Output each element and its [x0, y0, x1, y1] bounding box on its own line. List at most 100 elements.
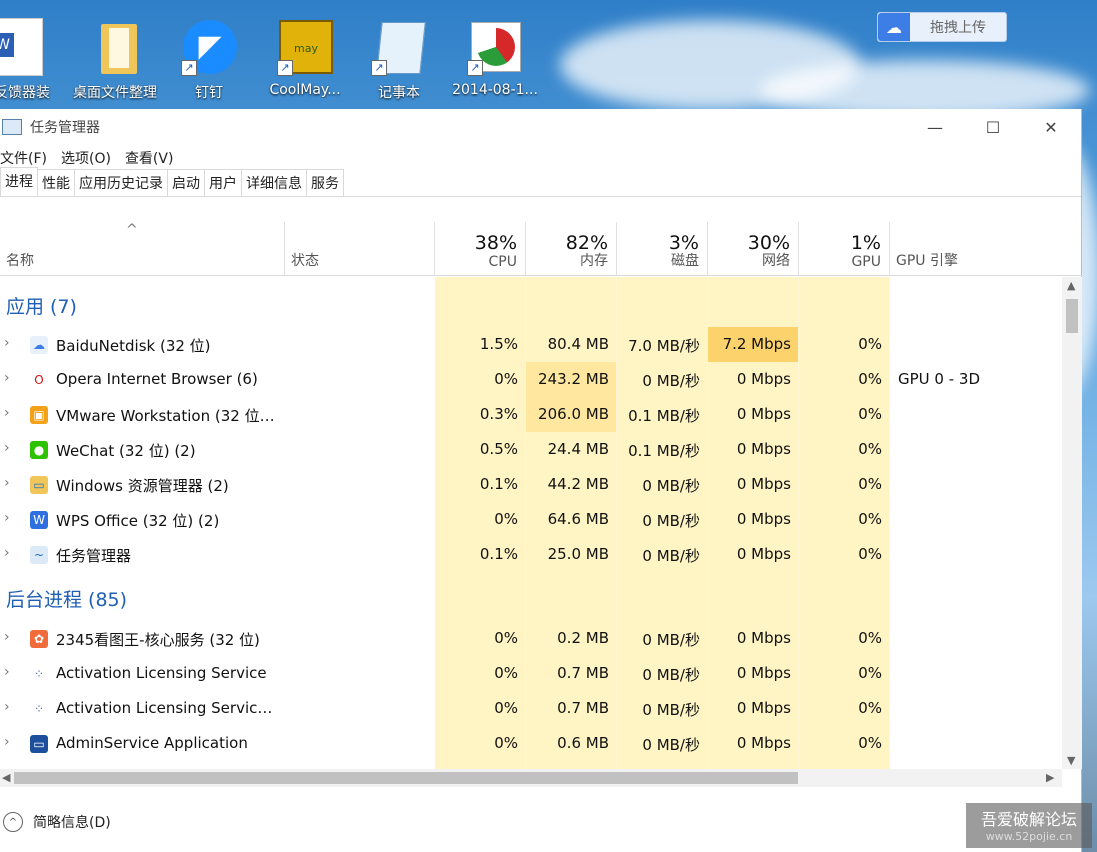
drag-upload-button[interactable]: ☁ 拖拽上传	[877, 12, 1007, 42]
column-header-network[interactable]: 30% 网络	[708, 222, 799, 276]
process-cpu: 0%	[494, 734, 518, 752]
column-header-gpu-engine[interactable]: GPU 引擎	[890, 222, 1062, 276]
process-disk: 7.0 MB/秒	[628, 337, 700, 355]
table-row[interactable]: › ⁘ Activation Licensing Service 0% 0.7 MB 0 …	[0, 656, 1062, 691]
process-name: Windows 资源管理器 (2)	[56, 477, 229, 495]
opera-icon: O	[30, 371, 48, 389]
process-net: 0 Mbps	[736, 545, 791, 563]
tab-services[interactable]: 服务	[306, 169, 344, 196]
tab-startup[interactable]: 启动	[167, 169, 205, 196]
expand-chevron-icon[interactable]: ›	[4, 664, 10, 680]
table-row[interactable]: › ✿ 2345看图王-核心服务 (32 位) 0% 0.2 MB 0 MB/秒 0 Mbp…	[0, 621, 1062, 656]
cloud-icon: ☁	[878, 13, 910, 41]
table-row[interactable]: › ● WeChat (32 位) (2) 0.5% 24.4 MB 0.1 MB/秒 0 …	[0, 432, 1062, 467]
table-row[interactable]: › ▭ AdminService Application 0% 0.6 MB 0 MB/秒…	[0, 726, 1062, 761]
column-header-disk[interactable]: 3% 磁盘	[617, 222, 708, 276]
process-gpu: 0%	[858, 699, 882, 717]
expand-chevron-icon[interactable]: ›	[4, 545, 10, 561]
tab-details[interactable]: 详细信息	[241, 169, 307, 196]
section-background: 后台进程 (85)	[6, 589, 128, 611]
maximize-button[interactable]: ☐	[964, 109, 1022, 145]
watermark-url: www.52pojie.cn	[985, 830, 1073, 843]
minimize-button[interactable]: —	[906, 109, 964, 145]
expand-chevron-icon[interactable]: ›	[4, 699, 10, 715]
desktop-icon-label: 边反馈器装	[0, 85, 50, 101]
network-label: 网络	[762, 253, 790, 269]
menu-view[interactable]: 查看(V)	[125, 148, 174, 168]
cpu-label: CPU	[488, 254, 517, 270]
expand-chevron-icon[interactable]: ›	[4, 734, 10, 750]
process-table: ^ 名称 状态 38% CPU 82% 内存 3% 磁盘 30% 网络 1% G…	[0, 222, 1082, 787]
menu-options[interactable]: 选项(O)	[61, 148, 111, 168]
task-manager-icon	[2, 119, 22, 135]
process-mem: 0.7 MB	[557, 699, 609, 717]
process-net: 0 Mbps	[736, 629, 791, 647]
expand-chevron-icon[interactable]: ›	[4, 510, 10, 526]
expand-chevron-icon[interactable]: ›	[4, 475, 10, 491]
desktop-icon-folder[interactable]: 桌面文件整理	[70, 18, 160, 102]
process-gpu: 0%	[858, 545, 882, 563]
process-gpu: 0%	[858, 440, 882, 458]
process-gpu: 0%	[858, 629, 882, 647]
shortcut-arrow-icon: ↗	[371, 60, 387, 76]
process-disk: 0.1 MB/秒	[628, 407, 700, 425]
table-body: 应用 (7) 后台进程 (85) › ☁ BaiduNetdisk (32 位) 1.…	[0, 277, 1062, 769]
scroll-left-icon[interactable]: ◀	[2, 771, 10, 784]
table-row[interactable]: › ▣ VMware Workstation (32 位) ... 0.3% 206.0…	[0, 397, 1062, 432]
process-net: 0 Mbps	[736, 510, 791, 528]
table-row[interactable]: › ⁘ Activation Licensing Service ... 0% 0.7 …	[0, 691, 1062, 726]
table-header: ^ 名称 状态 38% CPU 82% 内存 3% 磁盘 30% 网络 1% G…	[0, 222, 1082, 276]
process-net: 0 Mbps	[736, 734, 791, 752]
vertical-scroll-thumb[interactable]	[1066, 299, 1078, 333]
column-header-gpu[interactable]: 1% GPU	[799, 222, 890, 276]
collapse-details-icon[interactable]: ^	[3, 812, 23, 832]
process-net: 0 Mbps	[736, 664, 791, 682]
process-name: 2345看图王-核心服务 (32 位)	[56, 631, 260, 649]
column-header-memory[interactable]: 82% 内存	[526, 222, 617, 276]
close-button[interactable]: ✕	[1022, 109, 1080, 145]
expand-chevron-icon[interactable]: ›	[4, 335, 10, 351]
process-cpu: 0.3%	[479, 405, 518, 423]
tab-app-history[interactable]: 应用历史记录	[74, 169, 168, 196]
desktop-icon-doc[interactable]: W 边反馈器装	[0, 18, 60, 102]
table-row[interactable]: › O Opera Internet Browser (6) 0% 243.2 MB 0 …	[0, 362, 1062, 397]
scroll-down-icon[interactable]: ▼	[1067, 754, 1075, 767]
expand-chevron-icon[interactable]: ›	[4, 440, 10, 456]
process-gpu: 0%	[858, 475, 882, 493]
desktop-icon-notepad[interactable]: ↗ 记事本	[354, 18, 444, 102]
vertical-scrollbar[interactable]: ▲ ▼	[1062, 277, 1082, 769]
column-header-status[interactable]: 状态	[285, 222, 435, 276]
table-row[interactable]: › ~ 任务管理器 0.1% 25.0 MB 0 MB/秒 0 Mbps 0%	[0, 537, 1062, 572]
desktop-icon-label: 记事本	[378, 85, 420, 101]
scroll-right-icon[interactable]: ▶	[1046, 771, 1054, 784]
expand-chevron-icon[interactable]: ›	[4, 370, 10, 386]
horizontal-scrollbar[interactable]: ◀ ▶	[0, 769, 1062, 787]
desktop-icon-chart-file[interactable]: ↗ 2014-08-1...	[450, 18, 540, 98]
horizontal-scroll-thumb[interactable]	[14, 772, 798, 784]
process-disk: 0 MB/秒	[642, 701, 700, 719]
scroll-up-icon[interactable]: ▲	[1067, 279, 1075, 292]
tab-processes[interactable]: 进程	[0, 167, 38, 196]
process-net: 0 Mbps	[736, 699, 791, 717]
gpu-label: GPU	[851, 254, 881, 270]
process-gpu: 0%	[858, 335, 882, 353]
menu-file[interactable]: 文件(F)	[0, 148, 47, 168]
column-header-name[interactable]: 名称	[0, 222, 285, 276]
process-gpu: 0%	[858, 510, 882, 528]
tab-users[interactable]: 用户	[204, 169, 242, 196]
gpu-total: 1%	[850, 232, 881, 254]
chart-file-icon: ↗	[467, 18, 523, 76]
tab-performance[interactable]: 性能	[37, 169, 75, 196]
table-row[interactable]: › ▭ Windows 资源管理器 (2) 0.1% 44.2 MB 0 MB/秒 0 Mb…	[0, 467, 1062, 502]
column-header-cpu[interactable]: 38% CPU	[435, 222, 526, 276]
table-row[interactable]: › ☁ BaiduNetdisk (32 位) 1.5% 80.4 MB 7.0 MB/秒…	[0, 327, 1062, 362]
desktop-icon-coolmay[interactable]: may ↗ CoolMay...	[260, 18, 350, 98]
tab-bar: 进程 性能 应用历史记录 启动 用户 详细信息 服务	[0, 167, 1081, 197]
expand-chevron-icon[interactable]: ›	[4, 405, 10, 421]
table-row[interactable]: › W WPS Office (32 位) (2) 0% 64.6 MB 0 MB/秒 0 …	[0, 502, 1062, 537]
expand-chevron-icon[interactable]: ›	[4, 629, 10, 645]
service-icon: ⁘	[30, 665, 48, 683]
process-gpu-engine: GPU 0 - 3D	[898, 370, 981, 388]
fewer-details-link[interactable]: 简略信息(D)	[33, 812, 111, 832]
desktop-icon-dingtalk[interactable]: ◤ ↗ 钉钉	[164, 18, 254, 102]
